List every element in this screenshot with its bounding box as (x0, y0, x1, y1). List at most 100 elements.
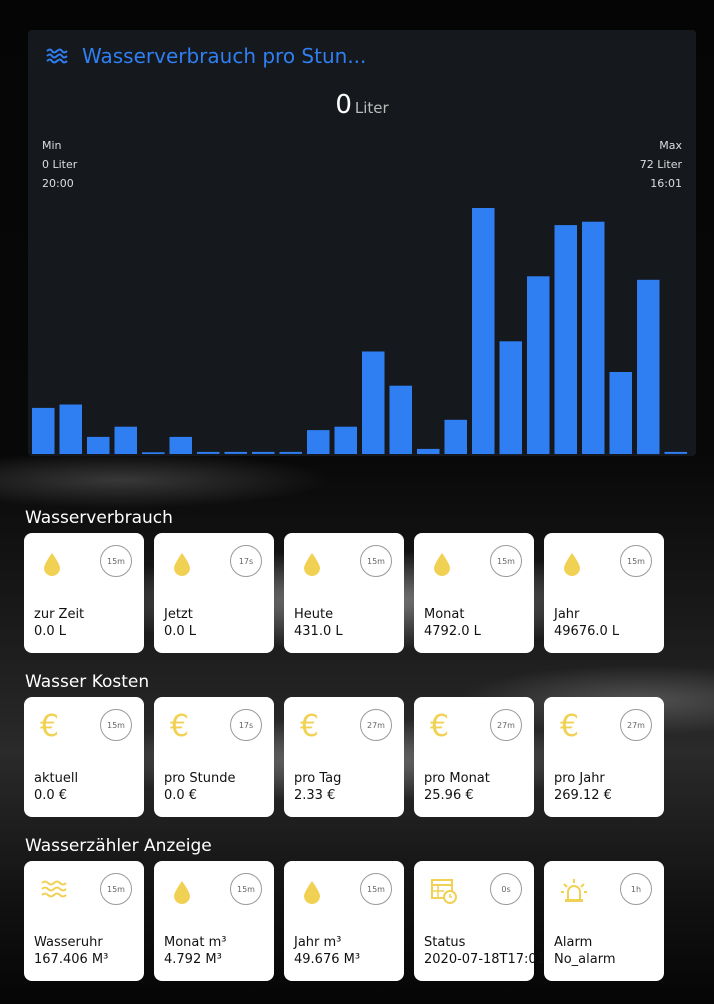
entity-tile[interactable]: €15m aktuell 0.0 € (24, 697, 144, 817)
entity-tile[interactable]: €27m pro Tag 2.33 € (284, 697, 404, 817)
last-updated-badge: 15m (100, 873, 132, 905)
waves-icon (40, 877, 67, 905)
last-updated-badge: 15m (490, 545, 522, 577)
chart-bar[interactable] (142, 452, 165, 454)
last-updated-badge: 15m (100, 545, 132, 577)
alarm-light-icon (560, 877, 587, 905)
entity-tile[interactable]: 15m zur Zeit 0.0 L (24, 533, 144, 653)
water-usage-chart-card[interactable]: Wasserverbrauch pro Stun... 0 Liter Min 0… (28, 30, 696, 456)
tile-label: pro Monat (424, 771, 490, 786)
chart-bar[interactable] (87, 436, 110, 454)
entity-tile[interactable]: 15m Jahr 49676.0 L (544, 533, 664, 653)
tile-value: 0.0 L (34, 624, 67, 639)
last-updated-badge: 17s (230, 709, 262, 741)
chart-bar[interactable] (334, 426, 358, 454)
chart-bar[interactable] (279, 451, 303, 454)
tile-value: 49.676 M³ (294, 952, 361, 967)
water-drop-icon (170, 877, 196, 905)
tile-value: 167.406 M³ (34, 952, 109, 967)
tile-value: 0.0 € (164, 788, 198, 803)
chart-bar[interactable] (499, 341, 523, 455)
entity-tile[interactable]: 15m Monat m³ 4.792 M³ (154, 861, 274, 981)
tile-label: Monat m³ (164, 935, 227, 950)
entity-tile[interactable]: 15m Heute 431.0 L (284, 533, 404, 653)
last-updated-badge: 15m (100, 709, 132, 741)
last-updated-badge: 15m (360, 545, 392, 577)
last-updated-badge: 27m (490, 709, 522, 741)
chart-bar[interactable] (252, 451, 275, 454)
tile-value: 4.792 M³ (164, 952, 222, 967)
entity-tile[interactable]: €27m pro Monat 25.96 € (414, 697, 534, 817)
water-drop-icon (560, 549, 586, 577)
euro-icon: € (40, 709, 60, 744)
chart-bar[interactable] (307, 430, 330, 454)
chart-bar[interactable] (664, 451, 688, 454)
last-updated-badge: 15m (360, 873, 392, 905)
chart-bar[interactable] (32, 407, 55, 454)
tile-value: 49676.0 L (554, 624, 620, 639)
chart-bar[interactable] (197, 451, 220, 454)
chart-bar[interactable] (417, 448, 440, 454)
last-updated-badge: 27m (360, 709, 392, 741)
chart-bar[interactable] (169, 436, 193, 454)
chart-bar[interactable] (472, 208, 495, 454)
tile-value: No_alarm (554, 952, 616, 967)
entity-tile[interactable]: 15m Wasseruhr 167.406 M³ (24, 861, 144, 981)
tile-value: 2.33 € (294, 788, 336, 803)
tile-value: 0.0 € (34, 788, 68, 803)
tile-value: 269.12 € (554, 788, 612, 803)
tile-label: Status (424, 935, 466, 950)
tile-label: pro Tag (294, 771, 342, 786)
entity-tile[interactable]: 15m Monat 4792.0 L (414, 533, 534, 653)
tile-value: 2020-07-18T17:01 (424, 952, 545, 967)
entity-tile[interactable]: 15m Jahr m³ 49.676 M³ (284, 861, 404, 981)
chart-bar[interactable] (114, 426, 138, 454)
water-drop-icon (300, 549, 326, 577)
water-drop-icon (40, 549, 66, 577)
chart-bar[interactable] (59, 404, 83, 455)
tile-label: Monat (424, 607, 465, 622)
calendar-clock-icon (430, 877, 457, 905)
tile-label: pro Jahr (554, 771, 605, 786)
last-updated-badge: 0s (490, 873, 522, 905)
chart-bar[interactable] (389, 385, 413, 454)
entity-tile[interactable]: €27m pro Jahr 269.12 € (544, 697, 664, 817)
entity-tile[interactable]: 17s Jetzt 0.0 L (154, 533, 274, 653)
last-updated-badge: 27m (620, 709, 652, 741)
euro-icon: € (170, 709, 190, 744)
section-title: Wasserzähler Anzeige (25, 836, 212, 856)
section-title: Wasser Kosten (25, 672, 150, 692)
tile-value: 0.0 L (164, 624, 197, 639)
water-drop-icon (430, 549, 456, 577)
tile-label: Wasseruhr (34, 935, 103, 950)
bar-chart-plot (32, 208, 688, 455)
tile-label: Alarm (554, 935, 593, 950)
chart-bar[interactable] (609, 372, 633, 454)
chart-bar[interactable] (637, 279, 660, 455)
entity-tile[interactable]: 0s Status 2020-07-18T17:01 (414, 861, 545, 981)
water-drop-icon (300, 877, 326, 905)
chart-bar[interactable] (362, 351, 385, 455)
tile-label: Jetzt (164, 607, 193, 622)
entity-tile[interactable]: 1h Alarm No_alarm (544, 861, 664, 981)
chart-bar[interactable] (444, 419, 468, 454)
tile-label: zur Zeit (34, 607, 85, 622)
last-updated-badge: 1h (620, 873, 652, 905)
entity-tile[interactable]: €17s pro Stunde 0.0 € (154, 697, 274, 817)
euro-icon: € (560, 709, 580, 744)
tile-label: aktuell (34, 771, 79, 786)
water-drop-icon (170, 549, 196, 577)
euro-icon: € (430, 709, 450, 744)
chart-bar[interactable] (582, 221, 605, 454)
chart-bar[interactable] (527, 276, 550, 454)
tile-label: Heute (294, 607, 334, 622)
chart-bar[interactable] (554, 225, 578, 454)
euro-icon: € (300, 709, 320, 744)
last-updated-badge: 15m (620, 545, 652, 577)
tile-label: pro Stunde (164, 771, 236, 786)
tile-value: 431.0 L (294, 624, 343, 639)
tile-label: Jahr (554, 607, 580, 622)
tile-value: 25.96 € (424, 788, 474, 803)
tile-label: Jahr m³ (294, 935, 342, 950)
chart-bar[interactable] (224, 451, 248, 454)
